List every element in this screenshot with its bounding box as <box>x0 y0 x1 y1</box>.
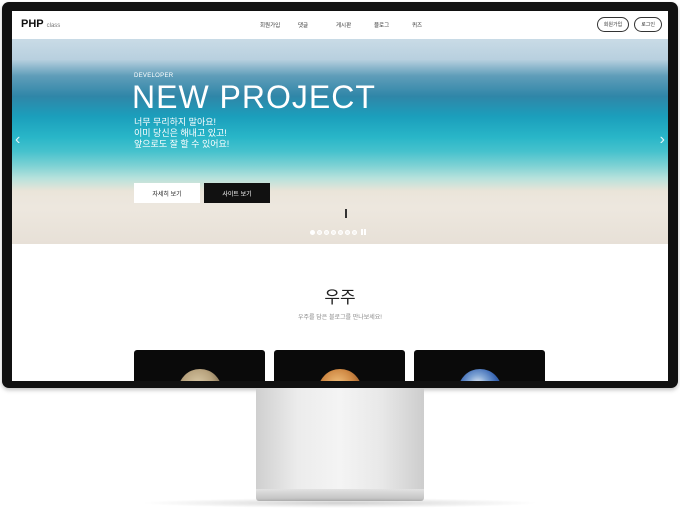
slide-dot[interactable] <box>310 229 315 235</box>
pause-icon[interactable] <box>361 229 366 235</box>
section-title: 우주 <box>324 288 356 307</box>
signup-button[interactable]: 회원가입 <box>596 17 630 32</box>
hero-description: 너무 무리하지 말아요! 이미 당신은 해내고 있고! 앞으로도 잘 할 수 있… <box>134 117 229 150</box>
blog-card-jupiter[interactable] <box>134 350 265 381</box>
card-list <box>134 350 545 381</box>
jupiter-image <box>178 369 222 381</box>
nav-item-blog[interactable]: 블로그 <box>374 21 412 29</box>
monitor-bezel: PHP class 회원가입 댓글 게시판 블로그 퀴즈 회원가입 로그인 DEV… <box>2 2 678 388</box>
hero-slider: DEVELOPER NEW PROJECT 너무 무리하지 말아요! 이미 당신… <box>12 39 668 244</box>
logo[interactable]: PHP class <box>21 18 60 30</box>
slide-dot[interactable] <box>317 229 322 235</box>
hero-line: 너무 무리하지 말아요! <box>134 117 217 127</box>
slide-dot[interactable] <box>345 229 350 235</box>
earth-image <box>458 369 502 381</box>
section-subtitle: 우주를 담은 블로그를 만나보세요! <box>298 315 382 321</box>
slide-dot[interactable] <box>338 229 343 235</box>
slide-indicators <box>310 229 366 235</box>
site-button[interactable]: 사이트 보기 <box>204 183 270 203</box>
hero-line: 앞으로도 잘 할 수 있어요! <box>134 139 230 149</box>
main-nav: 회원가입 댓글 게시판 블로그 퀴즈 <box>260 21 450 29</box>
blog-card-earth[interactable] <box>414 350 545 381</box>
detail-button[interactable]: 자세히 보기 <box>134 183 200 203</box>
hero-line: 이미 당신은 해내고 있고! <box>134 128 227 138</box>
next-slide-arrow-icon[interactable]: › <box>660 131 665 149</box>
hero-title: NEW PROJECT <box>132 79 376 115</box>
auth-buttons: 회원가입 로그인 <box>596 17 662 32</box>
nav-item-board[interactable]: 게시판 <box>336 21 374 29</box>
nav-item-quiz[interactable]: 퀴즈 <box>412 21 450 29</box>
slide-dot[interactable] <box>352 229 357 235</box>
blog-card-mars[interactable] <box>274 350 405 381</box>
logo-sub: class <box>46 23 61 29</box>
slide-dot[interactable] <box>331 229 336 235</box>
mars-image <box>318 369 362 381</box>
stand-shadow <box>140 498 540 508</box>
login-button[interactable]: 로그인 <box>634 17 662 32</box>
site-header: PHP class 회원가입 댓글 게시판 블로그 퀴즈 회원가입 로그인 <box>12 11 668 40</box>
hero-person-figure <box>345 209 347 218</box>
slide-dot[interactable] <box>324 229 329 235</box>
screen: PHP class 회원가입 댓글 게시판 블로그 퀴즈 회원가입 로그인 DEV… <box>12 11 668 381</box>
prev-slide-arrow-icon[interactable]: ‹ <box>15 131 20 149</box>
nav-item-comments[interactable]: 댓글 <box>298 21 336 29</box>
logo-text: PHP <box>21 18 44 30</box>
monitor-stand <box>256 388 424 490</box>
nav-item-signup[interactable]: 회원가입 <box>260 21 298 29</box>
hero-background-sand <box>12 189 668 244</box>
